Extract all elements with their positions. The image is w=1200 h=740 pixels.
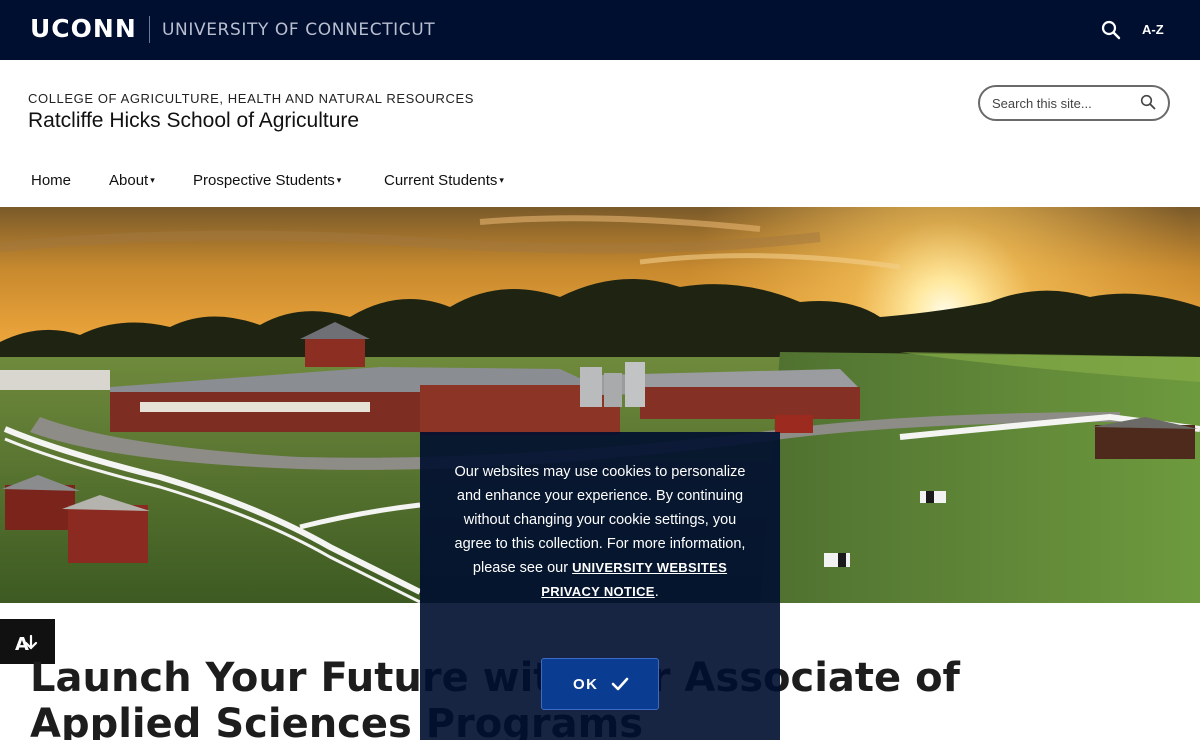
uconn-wordmark[interactable]: UCONN <box>30 14 137 43</box>
nav-item-label: About <box>109 172 149 189</box>
nav-item-label: Home <box>31 172 72 189</box>
uconn-topbar: UCONN UNIVERSITY OF CONNECTICUT A-Z <box>0 0 1200 60</box>
a-z-index-link[interactable]: A-Z <box>1142 22 1164 37</box>
university-name-link[interactable]: UNIVERSITY OF CONNECTICUT <box>162 20 435 40</box>
wordmark-divider <box>149 16 150 43</box>
nav-item-prospective-students[interactable]: Prospective Students ▾ <box>193 172 341 189</box>
site-title[interactable]: Ratcliffe Hicks School of Agriculture <box>28 109 359 133</box>
college-name[interactable]: COLLEGE OF AGRICULTURE, HEALTH AND NATUR… <box>28 91 474 106</box>
search-icon[interactable] <box>1140 94 1156 110</box>
cookie-banner: Our websites may use cookies to personal… <box>420 432 780 740</box>
caret-down-icon: ▾ <box>150 175 155 185</box>
site-search-box <box>978 85 1170 121</box>
caret-down-icon: ▾ <box>499 175 504 185</box>
ok-button-label: OK <box>573 676 599 693</box>
site-search-input[interactable] <box>992 94 1137 112</box>
nav-item-about[interactable]: About ▾ <box>109 172 155 189</box>
nav-item-current-students[interactable]: Current Students ▾ <box>384 172 504 189</box>
nav-item-label: Current Students <box>384 172 498 189</box>
main-nav: Home About ▾ Prospective Students ▾ Curren… <box>0 160 1200 205</box>
nav-item-label: Prospective Students <box>193 172 335 189</box>
checkmark-icon <box>610 674 630 694</box>
caret-down-icon: ▾ <box>336 175 342 185</box>
cookie-ok-button[interactable]: OK <box>541 658 659 710</box>
cookie-message-end: . <box>654 584 659 600</box>
search-icon[interactable] <box>1100 19 1122 41</box>
nav-item-home[interactable]: Home <box>31 172 71 189</box>
cookie-message: Our websites may use cookies to personal… <box>444 460 756 604</box>
